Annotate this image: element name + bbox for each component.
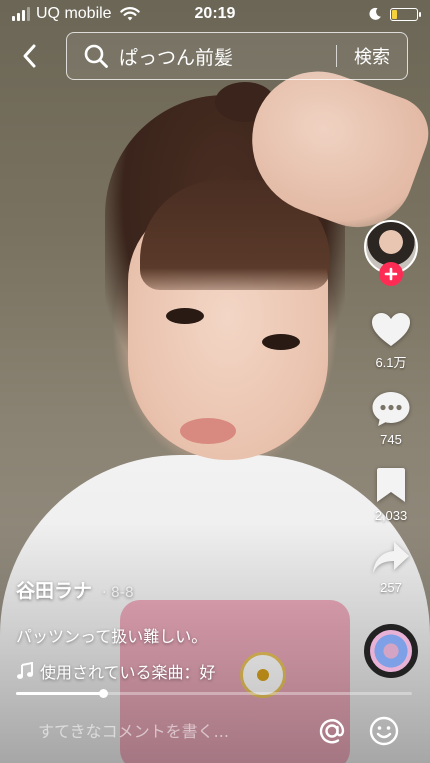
follow-button[interactable] (379, 262, 403, 286)
like-button[interactable]: 6.1万 (362, 312, 420, 371)
battery-level-fill (392, 9, 397, 19)
bookmark-button[interactable]: 2,033 (362, 466, 420, 523)
comment-count: 745 (380, 432, 402, 447)
comment-bar (0, 706, 430, 763)
share-arrow-icon (373, 542, 409, 573)
video-frame-lips (180, 418, 236, 444)
wifi-icon (119, 6, 140, 20)
post-date: · 8-8 (102, 585, 134, 601)
heart-icon (372, 313, 410, 346)
comment-input[interactable] (38, 718, 298, 744)
video-frame-eye-right (262, 334, 300, 350)
video-progress-bar[interactable] (16, 689, 412, 698)
at-mention-icon[interactable] (316, 715, 348, 747)
comment-bubble-icon (372, 392, 410, 426)
carrier-name: UQ mobile (36, 5, 112, 22)
music-disc-button[interactable] (364, 624, 418, 678)
bookmark-count: 2,033 (374, 508, 408, 523)
author-name[interactable]: 谷田ラナ (16, 576, 92, 603)
search-header: ぱっつん前髪 検索 (0, 32, 430, 80)
video-caption[interactable]: パッツンって扱い難しい。 (16, 623, 336, 647)
chevron-left-icon (23, 44, 36, 68)
like-count: 6.1万 (375, 355, 407, 370)
search-icon (84, 44, 108, 68)
cellular-signal-icon (12, 7, 30, 21)
search-submit-button[interactable]: 検索 (337, 43, 407, 69)
music-info[interactable]: 使用されている楽曲：好 (16, 659, 286, 683)
bookmark-icon (377, 468, 405, 502)
emoji-icon[interactable] (368, 715, 400, 747)
battery-icon (390, 7, 421, 21)
music-note-icon (17, 662, 33, 679)
video-progress-fill (16, 692, 104, 695)
status-bar: UQ mobile 20:19 (0, 0, 430, 28)
status-right (368, 7, 421, 21)
music-title: 使用されている楽曲：好 (40, 663, 216, 682)
share-button[interactable]: 257 (362, 540, 420, 595)
search-query-text[interactable]: ぱっつん前髪 (119, 43, 336, 70)
back-button[interactable] (14, 40, 46, 72)
do-not-disturb-moon-icon (369, 7, 381, 20)
creator-avatar-group[interactable] (364, 220, 418, 288)
video-info: 谷田ラナ · 8-8 パッツンって扱い難しい。 使用されている楽曲：好 (16, 576, 336, 683)
search-box[interactable]: ぱっつん前髪 検索 (66, 32, 408, 80)
video-frame-eye-left (166, 308, 204, 324)
share-count: 257 (380, 580, 402, 595)
comment-button[interactable]: 745 (362, 390, 420, 447)
author-row: 谷田ラナ · 8-8 (16, 576, 336, 603)
plus-icon (384, 267, 398, 281)
